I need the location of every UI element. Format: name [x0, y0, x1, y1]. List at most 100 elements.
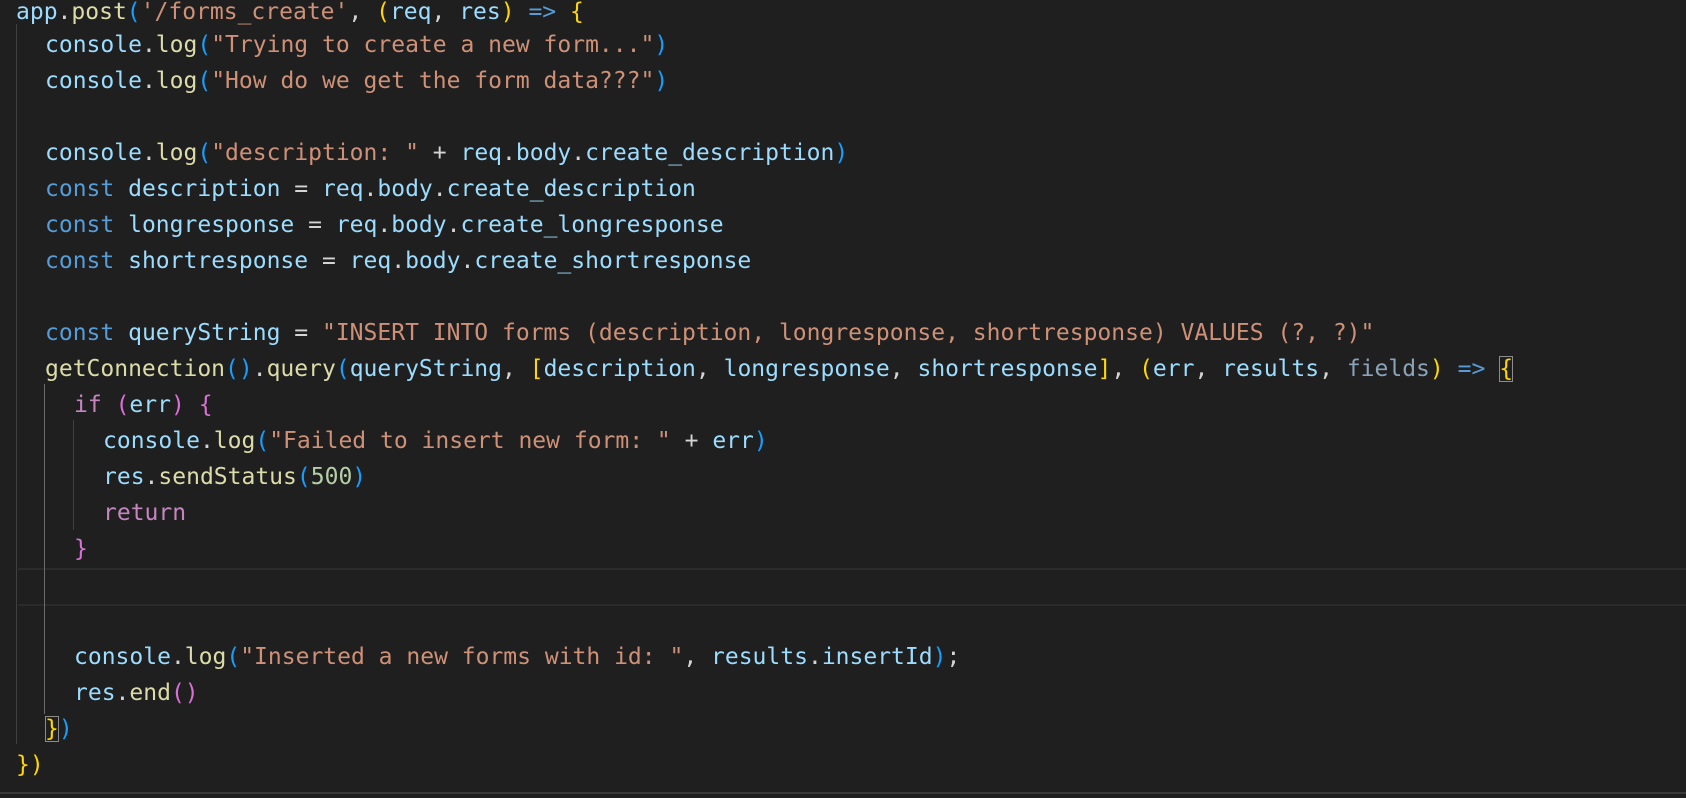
operator-token: ,: [1319, 356, 1347, 382]
operator-token: [515, 0, 529, 25]
indent-guide: [44, 384, 45, 714]
code-line[interactable]: return: [103, 495, 186, 531]
code-line-text: getConnection().query(queryString, [desc…: [45, 356, 1514, 382]
code-line[interactable]: const description = req.body.create_desc…: [45, 171, 696, 207]
function-token: log: [155, 140, 198, 166]
control-keyword-token: if: [74, 392, 102, 418]
keyword-token: =>: [1457, 356, 1486, 382]
operator-token: ,: [695, 356, 724, 382]
keyword-token: const: [45, 248, 115, 274]
code-line-text: const queryString = "INSERT INTO forms (…: [45, 320, 1374, 346]
string-token: "Trying to create a new form...": [211, 32, 655, 58]
identifier-token: queryString: [349, 356, 503, 382]
identifier-token: create_longresponse: [460, 212, 724, 238]
code-line[interactable]: getConnection().query(queryString, [desc…: [45, 351, 1514, 387]
bracket-token: (: [255, 428, 270, 454]
operator-token: .: [199, 428, 214, 454]
operator-token: ,: [683, 644, 712, 670]
code-line-text: return: [103, 500, 186, 526]
function-token: log: [155, 32, 198, 58]
code-line[interactable]: }: [74, 531, 88, 567]
code-line-text: const longresponse = req.body.create_lon…: [45, 212, 724, 238]
string-token: "How do we get the form data???": [211, 68, 655, 94]
identifier-token: body: [377, 176, 433, 202]
operator-token: .: [141, 68, 156, 94]
bracket-token: ): [932, 644, 947, 670]
code-line-text: }): [16, 752, 44, 778]
bracket-token: (: [126, 0, 141, 25]
bracket-token: (: [1139, 356, 1153, 382]
function-token: post: [71, 0, 127, 25]
code-line[interactable]: console.log("description: " + req.body.c…: [45, 135, 848, 171]
code-line[interactable]: console.log("How do we get the form data…: [45, 63, 668, 99]
identifier-token: longresponse: [128, 212, 295, 238]
operator-token: ,: [431, 0, 460, 25]
identifier-token: create_description: [585, 140, 835, 166]
operator-token: .: [57, 0, 72, 25]
operator-token: [185, 392, 199, 418]
operator-token: .: [377, 212, 392, 238]
identifier-token: res: [103, 464, 145, 490]
operator-token: [102, 392, 116, 418]
operator-token: [114, 320, 128, 346]
code-line[interactable]: console.log("Failed to insert new form: …: [103, 423, 768, 459]
code-line[interactable]: res.end(): [74, 675, 199, 711]
code-line-text: }: [74, 536, 88, 562]
identifier-token: description: [543, 356, 696, 382]
function-token: log: [213, 428, 256, 454]
function-token: query: [266, 356, 336, 382]
identifier-token: longresponse: [723, 356, 890, 382]
operator-token: [556, 0, 570, 25]
bracket-token: (): [170, 680, 199, 706]
code-line-text: }): [45, 716, 73, 742]
code-line[interactable]: app.post('/forms_create', (req, res) => …: [16, 0, 584, 30]
code-line[interactable]: const queryString = "INSERT INTO forms (…: [45, 315, 1374, 351]
code-line[interactable]: if (err) {: [74, 387, 213, 423]
identifier-token: req: [460, 140, 503, 166]
code-line-text: if (err) {: [74, 392, 213, 418]
code-line[interactable]: }): [45, 711, 73, 747]
identifier-token: body: [405, 248, 461, 274]
operator-token: .: [252, 356, 267, 382]
code-line-text: const description = req.body.create_desc…: [45, 176, 696, 202]
bracket-token: (: [296, 464, 311, 490]
operator-token: ,: [1111, 356, 1140, 382]
bracket-token: (: [335, 356, 350, 382]
bracket-token: ): [58, 716, 73, 742]
operator-token: [114, 176, 128, 202]
code-line[interactable]: res.sendStatus(500): [103, 459, 366, 495]
operator-token: .: [571, 140, 586, 166]
identifier-token: shortresponse: [917, 356, 1098, 382]
bracket-token: {: [570, 0, 584, 25]
operator-token: ,: [1194, 356, 1223, 382]
code-editor[interactable]: app.post('/forms_create', (req, res) => …: [0, 0, 1686, 798]
identifier-token: insertId: [821, 644, 933, 670]
code-line[interactable]: const shortresponse = req.body.create_sh…: [45, 243, 751, 279]
identifier-token: body: [391, 212, 447, 238]
bracket-token: {: [1499, 356, 1514, 382]
bracket-token: [: [529, 356, 544, 382]
code-line-text: console.log("Inserted a new forms with i…: [74, 644, 960, 670]
identifier-token: console: [45, 32, 142, 58]
editor-bottom-border: [0, 792, 1686, 794]
operator-token: [1444, 356, 1458, 382]
identifier-token: console: [74, 644, 171, 670]
code-line[interactable]: }): [16, 747, 44, 783]
code-line[interactable]: const longresponse = req.body.create_lon…: [45, 207, 724, 243]
code-line[interactable]: console.log("Inserted a new forms with i…: [74, 639, 960, 675]
bracket-token: {: [198, 392, 213, 418]
code-line[interactable]: console.log("Trying to create a new form…: [45, 27, 668, 63]
string-token: "INSERT INTO forms (description, longres…: [321, 320, 1375, 346]
bracket-token: }: [45, 716, 59, 742]
operator-token: .: [432, 176, 447, 202]
code-line-text: console.log("Trying to create a new form…: [45, 32, 668, 58]
function-token: getConnection: [45, 356, 226, 382]
indent-guide: [16, 24, 17, 744]
bracket-token: ): [753, 428, 768, 454]
identifier-token: results: [1222, 356, 1320, 382]
operator-token: =: [308, 248, 350, 274]
operator-token: .: [141, 140, 156, 166]
identifier-token: queryString: [128, 320, 281, 346]
string-token: "description: ": [211, 140, 419, 166]
identifier-token: err: [712, 428, 754, 454]
